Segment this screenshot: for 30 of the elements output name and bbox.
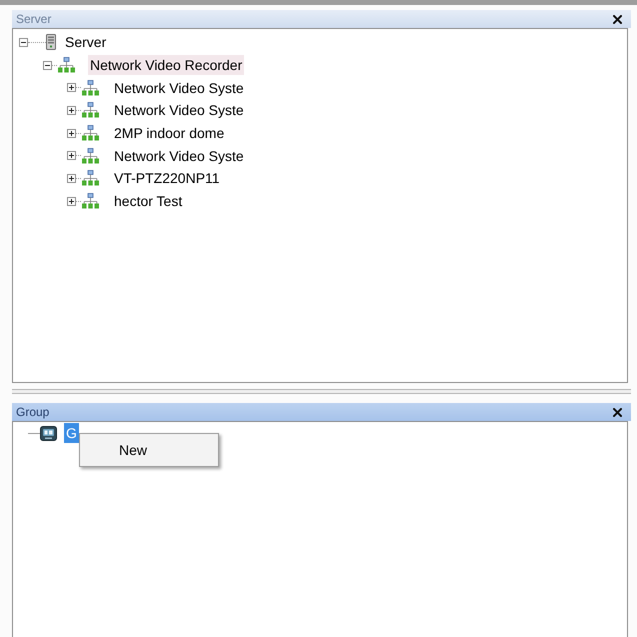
panel-title: Server bbox=[16, 13, 52, 25]
tree-item[interactable]: VT-PTZ220NP11 bbox=[112, 168, 222, 188]
network-icon bbox=[81, 193, 100, 210]
close-icon[interactable] bbox=[613, 14, 622, 24]
panel-title: Group bbox=[16, 406, 50, 418]
tree-item[interactable]: hector Test bbox=[112, 191, 184, 212]
network-icon bbox=[81, 102, 100, 118]
tree-item[interactable]: Server bbox=[63, 32, 108, 52]
plus-icon[interactable] bbox=[67, 106, 76, 115]
tree-item[interactable]: Network Video Recorder bbox=[88, 55, 244, 76]
minus-icon[interactable] bbox=[43, 60, 52, 70]
tree-item[interactable]: Network Video Syste bbox=[112, 146, 246, 166]
server-icon bbox=[46, 34, 56, 50]
plus-icon[interactable] bbox=[67, 196, 76, 206]
network-icon bbox=[57, 57, 76, 74]
tree-item[interactable]: Network Video Syste bbox=[112, 78, 246, 98]
device-icon bbox=[40, 425, 57, 442]
plus-icon[interactable] bbox=[67, 151, 76, 160]
close-icon[interactable] bbox=[613, 408, 622, 416]
network-icon bbox=[81, 148, 100, 164]
minus-icon[interactable] bbox=[19, 38, 28, 47]
tree-item[interactable]: 2MP indoor dome bbox=[112, 123, 226, 144]
plus-icon[interactable] bbox=[67, 83, 76, 92]
plus-icon[interactable] bbox=[67, 128, 76, 138]
network-icon bbox=[81, 170, 100, 186]
menu-item[interactable]: New bbox=[83, 437, 215, 463]
network-icon bbox=[81, 125, 100, 142]
tree-item[interactable]: Network Video Syste bbox=[112, 100, 246, 120]
plus-icon[interactable] bbox=[67, 174, 76, 183]
network-icon bbox=[81, 80, 100, 96]
